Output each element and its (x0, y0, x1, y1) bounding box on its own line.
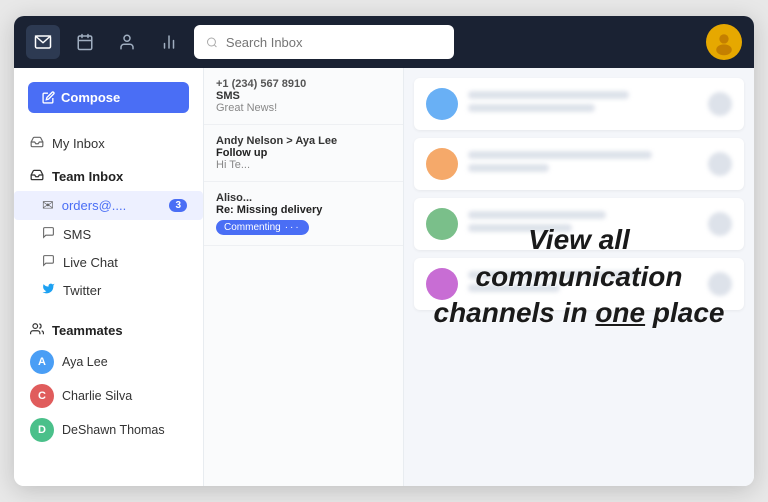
teammate-deshawn-thomas[interactable]: D DeShawn Thomas (14, 413, 203, 447)
conversation-list: +1 (234) 567 8910 SMS Great News! Andy N… (204, 68, 404, 486)
sidebar-item-livechat[interactable]: Live Chat (14, 248, 203, 276)
teammates-header[interactable]: Teammates (14, 316, 203, 345)
search-input[interactable] (226, 35, 442, 50)
sidebar: Compose My Inbox (14, 68, 204, 486)
team-inbox-header[interactable]: Team Inbox (14, 162, 203, 191)
twitter-channel-icon (42, 282, 55, 298)
aya-lee-avatar: A (30, 350, 54, 374)
blurred-row-4 (414, 258, 744, 310)
blurred-row-3 (414, 198, 744, 250)
charlie-silva-avatar: C (30, 384, 54, 408)
team-inbox-icon (30, 168, 44, 185)
sidebar-item-sms[interactable]: SMS (14, 220, 203, 248)
main-panel: View all communication channels in one p… (404, 68, 754, 486)
compose-button[interactable]: Compose (28, 82, 189, 113)
teammate-charlie-silva[interactable]: C Charlie Silva (14, 379, 203, 413)
teammates-section: Teammates A Aya Lee C Charlie Silva D De… (14, 316, 203, 451)
teammate-aya-lee[interactable]: A Aya Lee (14, 345, 203, 379)
commenting-indicator: Commenting ··· (216, 220, 391, 235)
livechat-channel-icon (42, 254, 55, 270)
team-inbox-section: Team Inbox ✉ orders@.... 3 SMS (14, 162, 203, 308)
top-nav (14, 16, 754, 68)
email-channel-icon: ✉ (42, 197, 54, 214)
contacts-nav-icon[interactable] (110, 25, 144, 59)
sidebar-item-orders[interactable]: ✉ orders@.... 3 (14, 191, 203, 220)
blurred-row-1 (414, 78, 744, 130)
sidebar-item-twitter[interactable]: Twitter (14, 276, 203, 304)
conversation-item-followup[interactable]: Andy Nelson > Aya Lee Follow up Hi Te... (204, 125, 403, 182)
main-area: Compose My Inbox (14, 68, 754, 486)
teammates-icon (30, 322, 44, 339)
search-icon (206, 36, 218, 49)
chart-nav-icon[interactable] (152, 25, 186, 59)
search-bar[interactable] (194, 25, 454, 59)
blurred-row-2 (414, 138, 744, 190)
conversation-item-sms[interactable]: +1 (234) 567 8910 SMS Great News! (204, 68, 403, 125)
calendar-nav-icon[interactable] (68, 25, 102, 59)
my-inbox-section: My Inbox (14, 129, 203, 162)
user-avatar[interactable] (706, 24, 742, 60)
conversation-item-missing-delivery[interactable]: Aliso... Re: Missing delivery Commenting… (204, 182, 403, 246)
app-window: Compose My Inbox (14, 16, 754, 486)
sidebar-item-my-inbox[interactable]: My Inbox (14, 129, 203, 158)
blurred-content (404, 68, 754, 320)
commenting-chip: Commenting ··· (216, 220, 309, 235)
deshawn-thomas-avatar: D (30, 418, 54, 442)
compose-icon (42, 91, 55, 104)
inbox-icon (30, 135, 44, 152)
mail-nav-icon[interactable] (26, 25, 60, 59)
sms-channel-icon (42, 226, 55, 242)
